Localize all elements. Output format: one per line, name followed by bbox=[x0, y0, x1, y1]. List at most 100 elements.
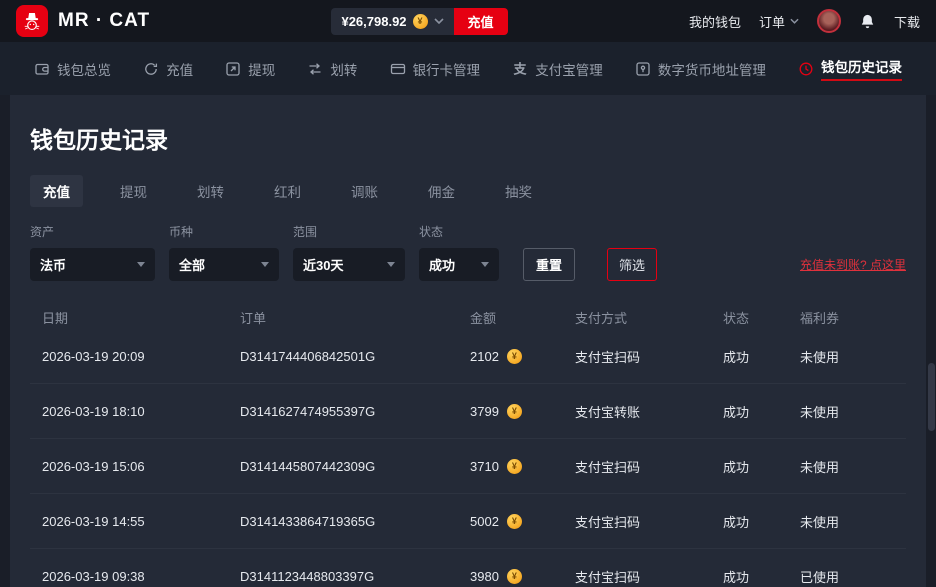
avatar[interactable] bbox=[817, 9, 841, 33]
nav-label: 支付宝管理 bbox=[535, 59, 603, 79]
cell-date: 2026-03-19 09:38 bbox=[42, 569, 240, 584]
filter-bar: 资产 法币 币种 全部 范围 近30天 状态 成功 bbox=[30, 223, 906, 281]
cell-date: 2026-03-19 20:09 bbox=[42, 349, 240, 364]
orders-menu[interactable]: 订单 bbox=[759, 12, 799, 31]
range-select[interactable]: 近30天 bbox=[293, 248, 405, 281]
cell-status: 成功 bbox=[723, 512, 800, 531]
coin-icon: ¥ bbox=[507, 459, 522, 474]
nav-item-withdraw[interactable]: 提现 bbox=[225, 59, 275, 79]
cell-status: 成功 bbox=[723, 402, 800, 421]
nav-item-wallet-history[interactable]: 钱包历史记录 bbox=[798, 56, 902, 81]
cell-amount: 3980 ¥ bbox=[470, 569, 575, 584]
caret-down-icon bbox=[261, 262, 269, 267]
crypto-address-icon bbox=[635, 61, 651, 77]
my-wallet-link[interactable]: 我的钱包 bbox=[689, 12, 741, 31]
nav-item-bank-cards[interactable]: 银行卡管理 bbox=[390, 59, 481, 79]
cell-status: 成功 bbox=[723, 567, 800, 586]
tab-bonus[interactable]: 红利 bbox=[261, 175, 314, 207]
filter-currency-label: 币种 bbox=[169, 223, 279, 240]
withdraw-icon bbox=[225, 61, 241, 77]
table-row: 2026-03-19 14:55 D3141433864719365G 5002… bbox=[30, 494, 906, 549]
coin-icon: ¥ bbox=[413, 14, 428, 29]
cell-date: 2026-03-19 18:10 bbox=[42, 404, 240, 419]
brand-logo-icon bbox=[16, 5, 48, 37]
nav-item-deposit[interactable]: 充值 bbox=[143, 59, 193, 79]
amount-value: 3799 bbox=[470, 404, 499, 419]
orders-label: 订单 bbox=[759, 12, 785, 31]
nav-item-crypto-address[interactable]: 数字货币地址管理 bbox=[635, 59, 766, 79]
nav-item-transfer[interactable]: 划转 bbox=[307, 59, 357, 79]
coin-icon: ¥ bbox=[507, 404, 522, 419]
caret-down-icon bbox=[481, 262, 489, 267]
scrollbar-thumb[interactable] bbox=[928, 363, 935, 431]
brand[interactable]: MR · CAT bbox=[16, 5, 150, 37]
amount-value: 3980 bbox=[470, 569, 499, 584]
wallet-icon bbox=[34, 61, 50, 77]
svg-text:支: 支 bbox=[513, 61, 528, 76]
reset-button[interactable]: 重置 bbox=[523, 248, 575, 281]
amount-value: 3710 bbox=[470, 459, 499, 474]
balance-dropdown[interactable]: ¥26,798.92 ¥ bbox=[331, 8, 453, 35]
cell-coupon: 已使用 bbox=[800, 567, 894, 586]
caret-down-icon bbox=[137, 262, 145, 267]
wallet-history-page: { "brand": { "name": "MR · CAT" }, "head… bbox=[0, 0, 936, 587]
tab-lottery[interactable]: 抽奖 bbox=[492, 175, 545, 207]
currency-select[interactable]: 全部 bbox=[169, 248, 279, 281]
history-table: 日期 订单 金额 支付方式 状态 福利券 2026-03-19 20:09 D3… bbox=[30, 305, 906, 587]
nav-label: 数字货币地址管理 bbox=[658, 59, 766, 79]
status-select[interactable]: 成功 bbox=[419, 248, 499, 281]
bell-icon[interactable] bbox=[859, 13, 876, 30]
cell-payment: 支付宝转账 bbox=[575, 402, 723, 421]
nav-label: 钱包历史记录 bbox=[821, 56, 902, 81]
cell-coupon: 未使用 bbox=[800, 512, 894, 531]
deposit-help-link[interactable]: 充值未到账? 点这里 bbox=[800, 256, 906, 273]
cell-order: D3141445807442309G bbox=[240, 459, 470, 474]
main-content: 钱包历史记录 充值 提现 划转 红利 调账 佣金 抽奖 资产 法币 币种 全部 … bbox=[10, 95, 926, 587]
tab-transfer[interactable]: 划转 bbox=[184, 175, 237, 207]
cell-amount: 2102 ¥ bbox=[470, 349, 575, 364]
currency-select-value: 全部 bbox=[179, 255, 205, 274]
nav-label: 银行卡管理 bbox=[413, 59, 481, 79]
range-select-value: 近30天 bbox=[303, 255, 343, 274]
filter-button[interactable]: 筛选 bbox=[607, 248, 657, 281]
tab-adjustment[interactable]: 调账 bbox=[338, 175, 391, 207]
cell-order: D3141123448803397G bbox=[240, 569, 470, 584]
cell-coupon: 未使用 bbox=[800, 457, 894, 476]
cell-order: D3141433864719365G bbox=[240, 514, 470, 529]
filter-asset-label: 资产 bbox=[30, 223, 155, 240]
cell-payment: 支付宝扫码 bbox=[575, 457, 723, 476]
col-header-payment: 支付方式 bbox=[575, 308, 723, 327]
cell-amount: 5002 ¥ bbox=[470, 514, 575, 529]
download-link[interactable]: 下载 bbox=[894, 12, 920, 31]
table-row: 2026-03-19 18:10 D3141627474955397G 3799… bbox=[30, 384, 906, 439]
coin-icon: ¥ bbox=[507, 349, 522, 364]
cell-status: 成功 bbox=[723, 457, 800, 476]
nav-item-alipay[interactable]: 支 支付宝管理 bbox=[512, 59, 603, 79]
cell-coupon: 未使用 bbox=[800, 402, 894, 421]
tab-withdraw[interactable]: 提现 bbox=[107, 175, 160, 207]
col-header-amount: 金额 bbox=[470, 308, 575, 327]
coin-icon: ¥ bbox=[507, 514, 522, 529]
tab-commission[interactable]: 佣金 bbox=[415, 175, 468, 207]
nav-label: 提现 bbox=[248, 59, 275, 79]
cell-amount: 3710 ¥ bbox=[470, 459, 575, 474]
caret-down-icon bbox=[387, 262, 395, 267]
nav-label: 钱包总览 bbox=[57, 59, 111, 79]
nav-label: 划转 bbox=[330, 59, 357, 79]
cell-coupon: 未使用 bbox=[800, 347, 894, 366]
asset-select[interactable]: 法币 bbox=[30, 248, 155, 281]
chevron-down-icon bbox=[790, 18, 799, 24]
recharge-button[interactable]: 充值 bbox=[454, 8, 508, 35]
tab-deposit[interactable]: 充值 bbox=[30, 175, 83, 207]
wallet-nav: 钱包总览 充值 提现 划转 银行卡管理 支 支付宝管理 数字货币地址管理 bbox=[0, 42, 936, 95]
nav-label: 充值 bbox=[166, 59, 193, 79]
bank-card-icon bbox=[390, 61, 406, 77]
cell-order: D3141744406842501G bbox=[240, 349, 470, 364]
transfer-icon bbox=[307, 61, 323, 77]
alipay-icon: 支 bbox=[512, 61, 528, 77]
nav-item-wallet-overview[interactable]: 钱包总览 bbox=[34, 59, 111, 79]
col-header-status: 状态 bbox=[723, 308, 800, 327]
coin-icon: ¥ bbox=[507, 569, 522, 584]
filter-currency: 币种 全部 bbox=[169, 223, 279, 281]
cell-status: 成功 bbox=[723, 347, 800, 366]
